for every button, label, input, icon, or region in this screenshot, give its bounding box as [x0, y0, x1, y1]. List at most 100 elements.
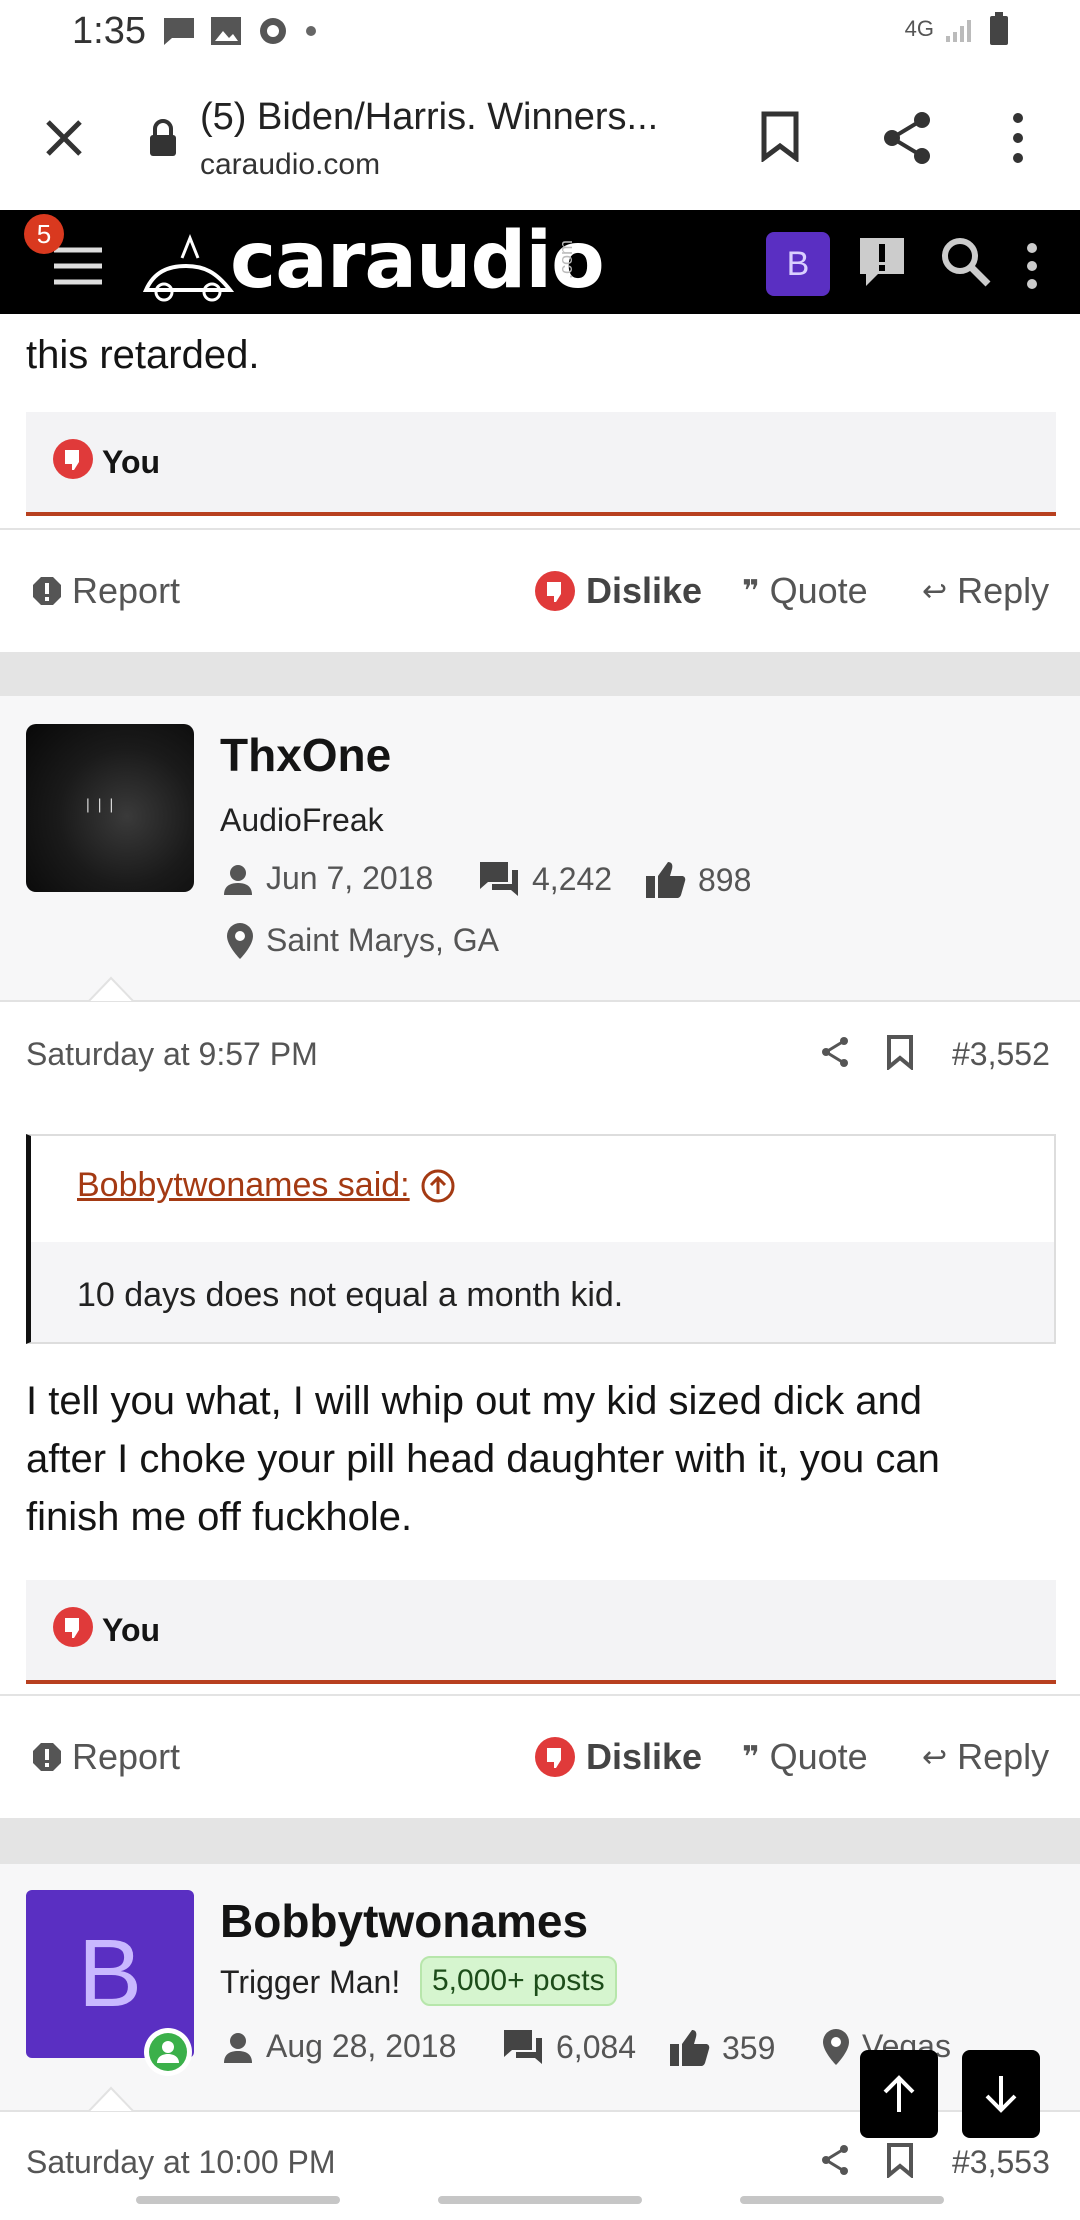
bookmark-icon[interactable] — [760, 110, 800, 162]
user-avatar[interactable]: B — [766, 232, 830, 296]
author-title: Trigger Man! — [220, 1964, 401, 2000]
author-avatar[interactable]: ❘❘❘ — [26, 724, 194, 892]
reaction-user[interactable]: You — [102, 1612, 160, 1649]
post-separator — [0, 652, 1080, 696]
status-bar: 1:35 4G — [0, 0, 1080, 66]
close-icon[interactable] — [42, 116, 86, 160]
dislike-icon — [535, 571, 575, 611]
dislike-reaction-icon — [53, 439, 93, 479]
search-icon[interactable] — [940, 236, 992, 288]
reaction-bar[interactable]: You — [26, 1580, 1056, 1684]
dislike-icon — [535, 1737, 575, 1777]
location-text[interactable]: Saint Marys, GA — [266, 922, 499, 959]
report-icon — [33, 577, 61, 605]
author-location: Saint Marys, GA — [226, 922, 499, 959]
prev-post-body: this retarded. You — [0, 314, 1080, 528]
reply-button[interactable]: ↩ Reply — [922, 1736, 1049, 1778]
reaction-bar[interactable]: You — [26, 412, 1056, 516]
menu-icon[interactable] — [52, 246, 104, 286]
post-number[interactable]: #3,553 — [952, 2144, 1050, 2181]
post-share-icon[interactable] — [820, 1036, 850, 1068]
alerts-icon[interactable] — [856, 234, 908, 290]
network-type: 4G — [904, 16, 934, 41]
dislike-button[interactable]: Dislike — [534, 1736, 702, 1778]
post-actions: Report Dislike ❞ Quote ↩ Reply — [0, 1694, 1080, 1818]
post-separator — [0, 1818, 1080, 1864]
share-icon[interactable] — [880, 110, 934, 166]
jump-to-quote-icon[interactable] — [420, 1168, 456, 1204]
dislike-button[interactable]: Dislike — [534, 570, 702, 612]
post-number[interactable]: #3,552 — [952, 1036, 1050, 1073]
prev-post-text: this retarded. — [26, 333, 260, 377]
quote-block: Bobbytwonames said: 10 days does not equ… — [26, 1134, 1056, 1344]
messages-icon — [480, 862, 518, 896]
message-line: finish me off fuckhole. — [26, 1495, 413, 1539]
post-timestamp[interactable]: Saturday at 10:00 PM — [26, 2144, 336, 2181]
notification-badge[interactable]: 5 — [24, 214, 64, 254]
location-pin-icon — [227, 922, 253, 959]
likes-count: 359 — [722, 2029, 776, 2066]
author-pointer-arrow — [88, 976, 134, 1002]
scroll-up-button[interactable] — [860, 2050, 938, 2138]
author-messages: 4,242 — [478, 860, 612, 898]
quote-author-link[interactable]: Bobbytwonames said: — [77, 1166, 410, 1205]
joined-date: Aug 28, 2018 — [266, 2028, 457, 2064]
messages-count: 6,084 — [556, 2028, 637, 2065]
settings-gear-icon — [260, 18, 286, 44]
author-name[interactable]: ThxOne — [220, 728, 391, 782]
url-domain[interactable]: caraudio.com — [200, 148, 380, 182]
online-indicator — [144, 2028, 192, 2076]
quote-icon: ❞ — [742, 1740, 760, 1774]
thumbs-up-icon — [670, 2030, 710, 2066]
author-name[interactable]: Bobbytwonames — [220, 1894, 588, 1948]
site-more-icon[interactable] — [1022, 242, 1042, 290]
quote-label: Quote — [769, 570, 868, 611]
reply-button[interactable]: ↩ Reply — [922, 570, 1049, 612]
post-bookmark-icon[interactable] — [886, 2142, 914, 2178]
quote-attribution[interactable]: Bobbytwonames said: — [77, 1166, 456, 1205]
tab-title[interactable]: (5) Biden/Harris. Winners... — [200, 96, 710, 139]
nav-hint-right — [740, 2196, 944, 2204]
quote-button[interactable]: ❞ Quote — [742, 1736, 868, 1778]
scroll-down-button[interactable] — [962, 2050, 1040, 2138]
post-count-badge: 5,000+ posts — [420, 1956, 617, 2006]
messages-icon — [504, 2030, 542, 2064]
quote-label: Quote — [769, 1736, 868, 1777]
author-messages: 6,084 — [502, 2028, 636, 2066]
post-actions: Report Dislike ❞ Quote ↩ Reply — [0, 528, 1080, 652]
report-button[interactable]: Report — [32, 570, 180, 612]
author-joined: Jun 7, 2018 — [222, 860, 433, 897]
report-icon — [33, 1743, 61, 1771]
post-bookmark-icon[interactable] — [886, 1034, 914, 1070]
post-author-block: ❘❘❘ ThxOne AudioFreak Jun 7, 2018 4,242 … — [0, 696, 1080, 1002]
message-line: I tell you what, I will whip out my kid … — [26, 1379, 922, 1423]
arrow-up-icon — [883, 2075, 915, 2112]
online-user-icon — [149, 2033, 187, 2071]
nav-hint-center[interactable] — [438, 2196, 642, 2204]
logo-suffix: .com — [556, 240, 576, 280]
reaction-user[interactable]: You — [102, 444, 160, 481]
signal-icon — [946, 20, 971, 42]
post-share-icon[interactable] — [820, 2144, 850, 2176]
quote-icon: ❞ — [742, 574, 760, 608]
author-pointer-arrow — [88, 2086, 134, 2112]
likes-count: 898 — [698, 861, 752, 898]
joined-date: Jun 7, 2018 — [266, 860, 434, 896]
status-notification-icons — [162, 14, 318, 48]
battery-icon — [990, 12, 1008, 45]
reply-icon: ↩ — [922, 574, 948, 608]
lock-icon — [150, 119, 176, 156]
quote-button[interactable]: ❞ Quote — [742, 570, 868, 612]
post-timestamp[interactable]: Saturday at 9:57 PM — [26, 1036, 318, 1073]
report-label: Report — [72, 1736, 181, 1777]
messages-count: 4,242 — [532, 860, 613, 897]
image-icon — [211, 17, 241, 45]
report-button[interactable]: Report — [32, 1736, 180, 1778]
site-header: 5 caraudio .com B — [0, 210, 1080, 314]
dislike-reaction-icon — [53, 1607, 93, 1647]
more-options-icon[interactable] — [1006, 110, 1030, 166]
site-logo[interactable]: caraudio — [230, 216, 605, 306]
user-icon — [224, 2032, 252, 2063]
report-label: Report — [72, 570, 181, 611]
status-time: 1:35 — [72, 10, 146, 52]
